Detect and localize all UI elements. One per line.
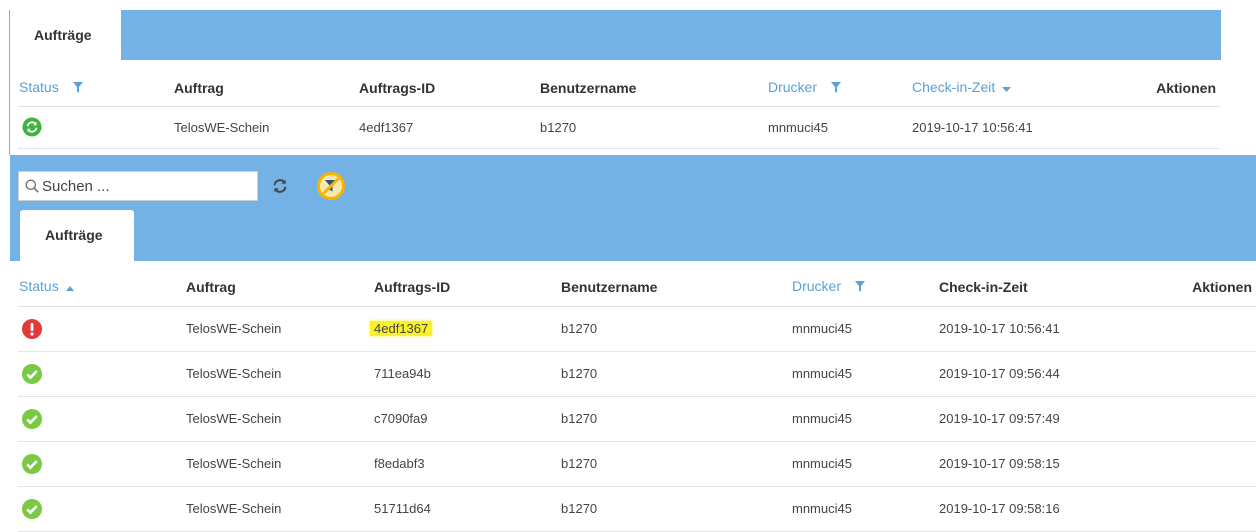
top-col-drucker[interactable]: Drucker	[767, 70, 911, 107]
status-cell	[18, 306, 185, 352]
top-tabbar	[10, 10, 1221, 60]
top-col-checkin-label: Check-in-Zeit	[912, 79, 996, 96]
auftrag-cell: TelosWE-Schein	[173, 106, 358, 149]
bottom-col-status[interactable]: Status	[18, 268, 185, 307]
aktionen-cell	[1128, 441, 1256, 487]
auftrags-id-cell: 4edf1367	[370, 306, 560, 352]
search-input[interactable]	[39, 177, 242, 195]
bottom-tab-label: Aufträge	[45, 227, 103, 243]
search-icon	[25, 179, 39, 193]
auftrags-id-cell: f8edabf3	[373, 441, 560, 487]
drucker-cell: mnmuci45	[791, 486, 938, 532]
checkin-cell: 2019-10-17 09:57:49	[938, 396, 1128, 442]
benutzername-cell: b1270	[560, 396, 791, 442]
checkin-cell: 2019-10-17 10:56:41	[911, 106, 1086, 149]
check-status-icon	[22, 363, 42, 384]
status-cell	[18, 396, 185, 442]
top-col-auftrag[interactable]: Auftrag	[173, 70, 358, 107]
top-tab-auftraege[interactable]: Aufträge	[10, 10, 121, 60]
auftrag-cell: TelosWE-Schein	[185, 396, 373, 442]
checkin-cell: 2019-10-17 09:58:16	[938, 486, 1128, 532]
clear-filter-button[interactable]	[316, 171, 346, 201]
bottom-col-auftrag[interactable]: Auftrag	[185, 268, 373, 307]
check-status-icon	[22, 408, 42, 429]
benutzername-cell: b1270	[560, 351, 791, 397]
drucker-cell: mnmuci45	[791, 306, 938, 352]
table-row[interactable]: TelosWE-Schein c7090fa9 b1270 mnmuci45 2…	[18, 396, 1256, 442]
auftrags-id-cell: 4edf1367	[358, 106, 539, 149]
auftrag-cell: TelosWE-Schein	[185, 486, 373, 532]
benutzername-cell: b1270	[539, 106, 767, 149]
refresh-icon	[272, 179, 288, 197]
aktionen-cell	[1128, 396, 1256, 442]
top-col-status-label: Status	[19, 79, 59, 96]
benutzername-cell: b1270	[560, 486, 791, 532]
drucker-cell: mnmuci45	[767, 106, 911, 149]
filter-icon[interactable]	[830, 80, 841, 96]
error-status-icon	[22, 318, 42, 339]
bottom-col-checkin[interactable]: Check-in-Zeit	[938, 268, 1128, 307]
filter-icon[interactable]	[854, 279, 865, 295]
table-row[interactable]: TelosWE-Schein 51711d64 b1270 mnmuci45 2…	[18, 486, 1256, 532]
refresh-button[interactable]	[272, 178, 288, 194]
search-box[interactable]	[18, 171, 258, 201]
top-col-drucker-label: Drucker	[768, 79, 818, 96]
bottom-col-benutzername[interactable]: Benutzername	[560, 268, 791, 307]
auftrags-id-cell: 711ea94b	[373, 351, 560, 397]
benutzername-cell: b1270	[560, 441, 791, 487]
top-col-aktionen: Aktionen	[1086, 70, 1220, 107]
status-cell	[18, 441, 185, 487]
table-row[interactable]: TelosWE-Schein 4edf1367 b1270 mnmuci45 2…	[18, 306, 1256, 352]
aktionen-cell	[1128, 486, 1256, 532]
aktionen-cell	[1128, 351, 1256, 397]
top-tab-label: Aufträge	[34, 27, 92, 43]
caret-down-icon	[1002, 80, 1012, 96]
checkin-cell: 2019-10-17 10:56:41	[938, 306, 1128, 352]
top-col-checkin[interactable]: Check-in-Zeit	[911, 70, 1086, 107]
top-panel: Aufträge Status Auftrag Auftrags-ID Benu…	[0, 0, 1256, 155]
bottom-col-status-label: Status	[19, 278, 59, 295]
caret-up-icon	[65, 279, 74, 295]
aktionen-cell	[1086, 106, 1220, 149]
status-cell	[18, 351, 185, 397]
checkin-cell: 2019-10-17 09:58:15	[938, 441, 1128, 487]
bottom-table: Status Auftrag Auftrags-ID Benutzername …	[18, 268, 1256, 532]
bottom-col-drucker[interactable]: Drucker	[791, 268, 938, 307]
highlighted-id: 4edf1367	[370, 321, 433, 336]
check-status-icon	[22, 498, 42, 519]
filter-off-icon	[316, 172, 346, 204]
bottom-col-aktionen: Aktionen	[1128, 268, 1256, 307]
sync-status-icon	[22, 117, 42, 137]
bottom-col-auftrags-id[interactable]: Auftrags-ID	[373, 268, 560, 307]
top-col-auftrags-id[interactable]: Auftrags-ID	[358, 70, 539, 107]
top-col-benutzername[interactable]: Benutzername	[539, 70, 767, 107]
filter-icon[interactable]	[72, 80, 83, 96]
auftrag-cell: TelosWE-Schein	[185, 351, 373, 397]
drucker-cell: mnmuci45	[791, 441, 938, 487]
drucker-cell: mnmuci45	[791, 351, 938, 397]
drucker-cell: mnmuci45	[791, 396, 938, 442]
auftrags-id-cell: c7090fa9	[373, 396, 560, 442]
bottom-col-drucker-label: Drucker	[792, 278, 842, 295]
table-row[interactable]: TelosWE-Schein 711ea94b b1270 mnmuci45 2…	[18, 351, 1256, 397]
top-col-status[interactable]: Status	[18, 70, 173, 107]
auftrag-cell: TelosWE-Schein	[185, 441, 373, 487]
auftrag-cell: TelosWE-Schein	[185, 306, 373, 352]
benutzername-cell: b1270	[560, 306, 791, 352]
bottom-tab-auftraege[interactable]: Aufträge	[20, 210, 134, 261]
table-row[interactable]: TelosWE-Schein f8edabf3 b1270 mnmuci45 2…	[18, 441, 1256, 487]
checkin-cell: 2019-10-17 09:56:44	[938, 351, 1128, 397]
auftrags-id-cell: 51711d64	[373, 486, 560, 532]
status-cell	[18, 106, 173, 149]
top-table: Status Auftrag Auftrags-ID Benutzername …	[18, 70, 1220, 149]
aktionen-cell	[1128, 306, 1256, 352]
bottom-panel: Aufträge Status Auftrag Auftrags-ID Benu…	[0, 155, 1256, 532]
table-row[interactable]: TelosWE-Schein 4edf1367 b1270 mnmuci45 2…	[18, 106, 1220, 149]
status-cell	[18, 486, 185, 532]
check-status-icon	[22, 453, 42, 474]
